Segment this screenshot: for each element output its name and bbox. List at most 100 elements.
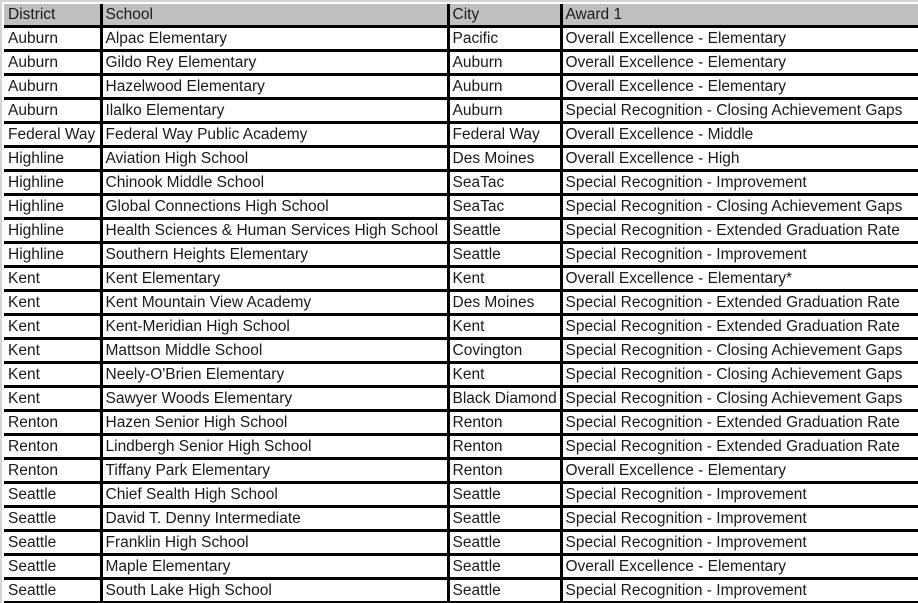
district-cell[interactable]: Highline	[4, 218, 103, 244]
district-cell[interactable]: Auburn	[4, 50, 103, 76]
award-cell[interactable]: Overall Excellence - Elementary	[561, 458, 918, 484]
school-cell[interactable]: Lindbergh Senior High School	[101, 434, 450, 460]
city-cell[interactable]: Renton	[448, 410, 563, 436]
district-cell[interactable]: Highline	[4, 194, 103, 220]
city-cell[interactable]: Federal Way	[448, 122, 563, 148]
school-cell[interactable]: Alpac Elementary	[101, 26, 450, 52]
school-cell[interactable]: Health Sciences & Human Services High Sc…	[101, 218, 450, 244]
district-cell[interactable]: Auburn	[4, 74, 103, 100]
district-cell[interactable]: Kent	[4, 386, 103, 412]
award-cell[interactable]: Special Recognition - Improvement	[561, 170, 918, 196]
city-cell[interactable]: Seattle	[448, 482, 563, 508]
school-cell[interactable]: Chinook Middle School	[101, 170, 450, 196]
city-cell[interactable]: Seattle	[448, 242, 563, 268]
city-cell[interactable]: Renton	[448, 434, 563, 460]
award-cell[interactable]: Special Recognition - Closing Achievemen…	[561, 194, 918, 220]
school-cell[interactable]: Mattson Middle School	[101, 338, 450, 364]
city-cell[interactable]: Auburn	[448, 74, 563, 100]
district-cell[interactable]: Seattle	[4, 506, 103, 532]
city-cell[interactable]: Kent	[448, 314, 563, 340]
city-cell[interactable]: Auburn	[448, 98, 563, 124]
city-cell[interactable]: Seattle	[448, 578, 563, 603]
award-cell[interactable]: Special Recognition - Improvement	[561, 242, 918, 268]
column-header-district[interactable]: District	[4, 4, 103, 28]
award-cell[interactable]: Overall Excellence - Elementary	[561, 50, 918, 76]
school-cell[interactable]: Sawyer Woods Elementary	[101, 386, 450, 412]
school-cell[interactable]: Tiffany Park Elementary	[101, 458, 450, 484]
city-cell[interactable]: Seattle	[448, 554, 563, 580]
award-cell[interactable]: Special Recognition - Closing Achievemen…	[561, 362, 918, 388]
district-cell[interactable]: Kent	[4, 338, 103, 364]
award-cell[interactable]: Special Recognition - Improvement	[561, 530, 918, 556]
city-cell[interactable]: Seattle	[448, 530, 563, 556]
city-cell[interactable]: Covington	[448, 338, 563, 364]
column-header-city[interactable]: City	[448, 4, 563, 28]
award-cell[interactable]: Overall Excellence - High	[561, 146, 918, 172]
school-cell[interactable]: Hazelwood Elementary	[101, 74, 450, 100]
district-cell[interactable]: Auburn	[4, 26, 103, 52]
award-cell[interactable]: Special Recognition - Closing Achievemen…	[561, 386, 918, 412]
school-cell[interactable]: Franklin High School	[101, 530, 450, 556]
column-header-school[interactable]: School	[101, 4, 450, 28]
district-cell[interactable]: Highline	[4, 146, 103, 172]
school-cell[interactable]: Maple Elementary	[101, 554, 450, 580]
column-header-award[interactable]: Award 1	[561, 4, 918, 28]
school-cell[interactable]: David T. Denny Intermediate	[101, 506, 450, 532]
school-cell[interactable]: Gildo Rey Elementary	[101, 50, 450, 76]
city-cell[interactable]: SeaTac	[448, 170, 563, 196]
award-cell[interactable]: Special Recognition - Extended Graduatio…	[561, 314, 918, 340]
district-cell[interactable]: Seattle	[4, 578, 103, 603]
city-cell[interactable]: Kent	[448, 362, 563, 388]
district-cell[interactable]: Kent	[4, 362, 103, 388]
school-cell[interactable]: Federal Way Public Academy	[101, 122, 450, 148]
school-cell[interactable]: Kent-Meridian High School	[101, 314, 450, 340]
award-cell[interactable]: Special Recognition - Improvement	[561, 482, 918, 508]
school-cell[interactable]: Aviation High School	[101, 146, 450, 172]
school-cell[interactable]: Kent Elementary	[101, 266, 450, 292]
award-cell[interactable]: Special Recognition - Closing Achievemen…	[561, 98, 918, 124]
award-cell[interactable]: Special Recognition - Extended Graduatio…	[561, 434, 918, 460]
school-cell[interactable]: Global Connections High School	[101, 194, 450, 220]
school-cell[interactable]: Southern Heights Elementary	[101, 242, 450, 268]
district-cell[interactable]: Seattle	[4, 482, 103, 508]
award-cell[interactable]: Special Recognition - Extended Graduatio…	[561, 218, 918, 244]
district-cell[interactable]: Kent	[4, 290, 103, 316]
award-cell[interactable]: Overall Excellence - Middle	[561, 122, 918, 148]
award-cell[interactable]: Overall Excellence - Elementary	[561, 554, 918, 580]
award-cell[interactable]: Special Recognition - Improvement	[561, 578, 918, 603]
city-cell[interactable]: Kent	[448, 266, 563, 292]
district-cell[interactable]: Renton	[4, 458, 103, 484]
city-cell[interactable]: Seattle	[448, 506, 563, 532]
district-cell[interactable]: Seattle	[4, 530, 103, 556]
award-cell[interactable]: Special Recognition - Closing Achievemen…	[561, 338, 918, 364]
city-cell[interactable]: Black Diamond	[448, 386, 563, 412]
award-cell[interactable]: Overall Excellence - Elementary	[561, 26, 918, 52]
school-cell[interactable]: South Lake High School	[101, 578, 450, 603]
city-cell[interactable]: Seattle	[448, 218, 563, 244]
district-cell[interactable]: Federal Way	[4, 122, 103, 148]
district-cell[interactable]: Seattle	[4, 554, 103, 580]
award-cell[interactable]: Special Recognition - Improvement	[561, 506, 918, 532]
district-cell[interactable]: Highline	[4, 170, 103, 196]
city-cell[interactable]: Pacific	[448, 26, 563, 52]
school-cell[interactable]: Kent Mountain View Academy	[101, 290, 450, 316]
city-cell[interactable]: SeaTac	[448, 194, 563, 220]
city-cell[interactable]: Des Moines	[448, 146, 563, 172]
award-cell[interactable]: Special Recognition - Extended Graduatio…	[561, 410, 918, 436]
award-cell[interactable]: Overall Excellence - Elementary	[561, 74, 918, 100]
award-cell[interactable]: Special Recognition - Extended Graduatio…	[561, 290, 918, 316]
city-cell[interactable]: Auburn	[448, 50, 563, 76]
school-cell[interactable]: Ilalko Elementary	[101, 98, 450, 124]
district-cell[interactable]: Highline	[4, 242, 103, 268]
city-cell[interactable]: Renton	[448, 458, 563, 484]
city-cell[interactable]: Des Moines	[448, 290, 563, 316]
district-cell[interactable]: Renton	[4, 410, 103, 436]
school-cell[interactable]: Neely-O'Brien Elementary	[101, 362, 450, 388]
district-cell[interactable]: Renton	[4, 434, 103, 460]
district-cell[interactable]: Kent	[4, 266, 103, 292]
award-cell[interactable]: Overall Excellence - Elementary*	[561, 266, 918, 292]
district-cell[interactable]: Auburn	[4, 98, 103, 124]
school-cell[interactable]: Hazen Senior High School	[101, 410, 450, 436]
district-cell[interactable]: Kent	[4, 314, 103, 340]
school-cell[interactable]: Chief Sealth High School	[101, 482, 450, 508]
